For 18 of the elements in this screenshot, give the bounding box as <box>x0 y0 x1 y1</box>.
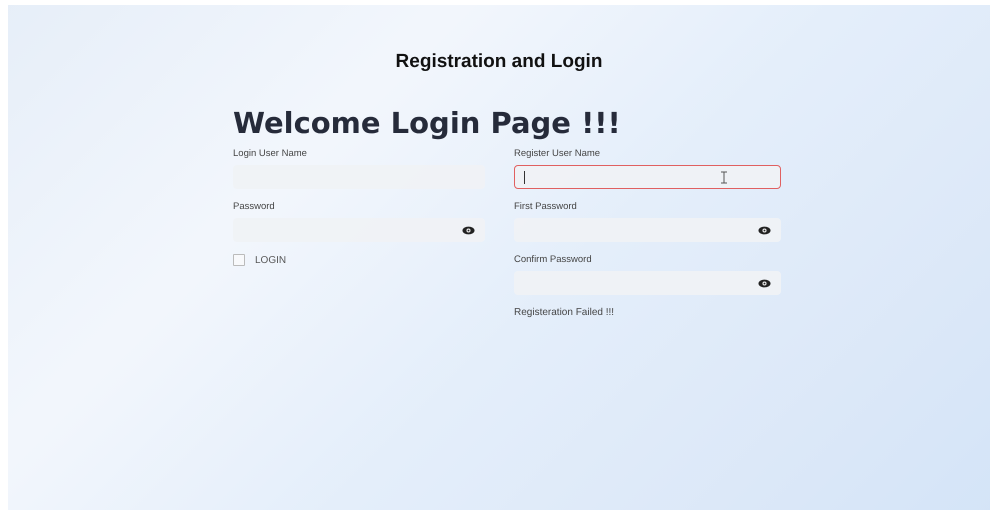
password-field[interactable] <box>233 218 485 242</box>
field-label: Login User Name <box>233 148 307 159</box>
eye-icon[interactable] <box>758 278 771 288</box>
field-label: Register User Name <box>514 148 600 159</box>
field-label: First Password <box>514 201 577 212</box>
password-field[interactable] <box>514 271 781 295</box>
checkbox[interactable] <box>233 254 245 266</box>
eye-icon[interactable] <box>462 226 475 234</box>
page-heading: Welcome Login Page !!! <box>233 106 621 140</box>
page-title: Registration and Login <box>396 51 602 73</box>
error-message: Registeration Failed !!! <box>514 307 614 318</box>
field-label: Confirm Password <box>514 254 592 265</box>
field-label: Password <box>233 201 275 212</box>
checkbox-label[interactable]: LOGIN <box>255 254 286 266</box>
password-field[interactable] <box>514 218 781 242</box>
text-field[interactable] <box>514 165 781 189</box>
eye-icon[interactable] <box>758 226 771 234</box>
text-cursor-icon <box>720 171 728 184</box>
